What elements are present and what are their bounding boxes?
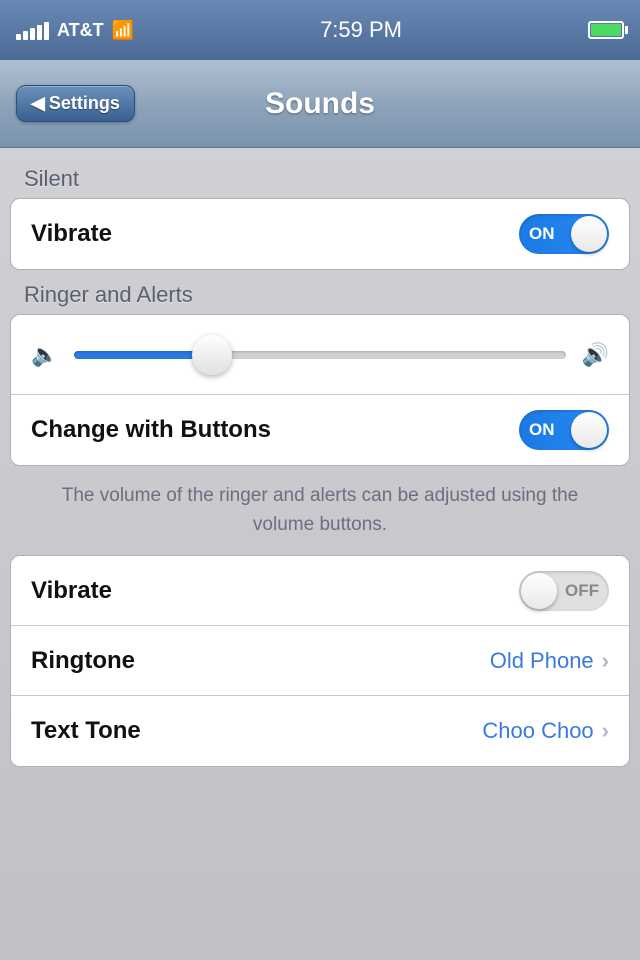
ringer-section-header: Ringer and Alerts	[0, 274, 640, 314]
signal-bar-2	[23, 31, 28, 40]
change-with-buttons-toggle-label: ON	[529, 420, 555, 440]
silent-vibrate-row: Vibrate ON	[11, 199, 629, 269]
battery-icon	[588, 21, 624, 39]
silent-section-header: Silent	[0, 158, 640, 198]
back-button-label: Settings	[49, 93, 120, 114]
back-button-wrapper[interactable]: ◀ Settings	[16, 85, 135, 122]
volume-low-icon: 🔈	[31, 342, 58, 368]
change-with-buttons-label: Change with Buttons	[31, 416, 271, 444]
volume-slider-thumb[interactable]	[192, 335, 232, 375]
ringtone-label: Ringtone	[31, 647, 135, 675]
silent-card: Vibrate ON	[10, 198, 630, 270]
text-tone-value-wrapper: Choo Choo ›	[482, 718, 609, 744]
ringtone-arrow-icon: ›	[602, 648, 609, 674]
nav-title: Sounds	[265, 87, 375, 121]
ringer-card: 🔈 🔊 Change with Buttons ON	[10, 314, 630, 466]
ringtone-value-wrapper: Old Phone ›	[490, 648, 609, 674]
status-right	[588, 21, 624, 39]
more-vibrate-toggle-label: OFF	[565, 581, 599, 601]
text-tone-arrow-icon: ›	[602, 718, 609, 744]
signal-bar-4	[37, 25, 42, 40]
status-bar: AT&T 📶 7:59 PM	[0, 0, 640, 60]
ringtone-value: Old Phone	[490, 648, 594, 674]
back-arrow-icon: ◀	[31, 93, 45, 114]
signal-bar-3	[30, 28, 35, 40]
more-vibrate-toggle[interactable]: OFF	[519, 571, 609, 611]
volume-slider[interactable]	[74, 351, 565, 359]
change-with-buttons-toggle[interactable]: ON	[519, 410, 609, 450]
wifi-icon: 📶	[112, 20, 134, 41]
status-left: AT&T 📶	[16, 20, 134, 41]
ringer-info-text: The volume of the ringer and alerts can …	[0, 470, 640, 555]
more-vibrate-row: Vibrate OFF	[11, 556, 629, 626]
more-vibrate-label: Vibrate	[31, 577, 112, 605]
signal-bar-5	[44, 22, 49, 40]
silent-vibrate-toggle-label: ON	[529, 224, 555, 244]
text-tone-label: Text Tone	[31, 717, 141, 745]
change-with-buttons-row: Change with Buttons ON	[11, 395, 629, 465]
back-button[interactable]: ◀ Settings	[16, 85, 135, 122]
signal-bar-1	[16, 34, 21, 40]
silent-vibrate-toggle[interactable]: ON	[519, 214, 609, 254]
content-area: Silent Vibrate ON Ringer and Alerts 🔈 🔊 …	[0, 148, 640, 960]
battery-fill	[591, 24, 621, 36]
change-with-buttons-toggle-thumb	[571, 412, 607, 448]
text-tone-value: Choo Choo	[482, 718, 593, 744]
silent-vibrate-toggle-thumb	[571, 216, 607, 252]
carrier-label: AT&T	[57, 20, 104, 41]
silent-vibrate-label: Vibrate	[31, 220, 112, 248]
more-vibrate-toggle-thumb	[521, 573, 557, 609]
volume-high-icon: 🔊	[582, 342, 609, 368]
more-settings-card: Vibrate OFF Ringtone Old Phone › Text To…	[10, 555, 630, 767]
volume-slider-row: 🔈 🔊	[11, 315, 629, 395]
ringtone-row[interactable]: Ringtone Old Phone ›	[11, 626, 629, 696]
signal-bars-icon	[16, 20, 49, 40]
text-tone-row[interactable]: Text Tone Choo Choo ›	[11, 696, 629, 766]
nav-bar: ◀ Settings Sounds	[0, 60, 640, 148]
status-time: 7:59 PM	[320, 17, 402, 43]
